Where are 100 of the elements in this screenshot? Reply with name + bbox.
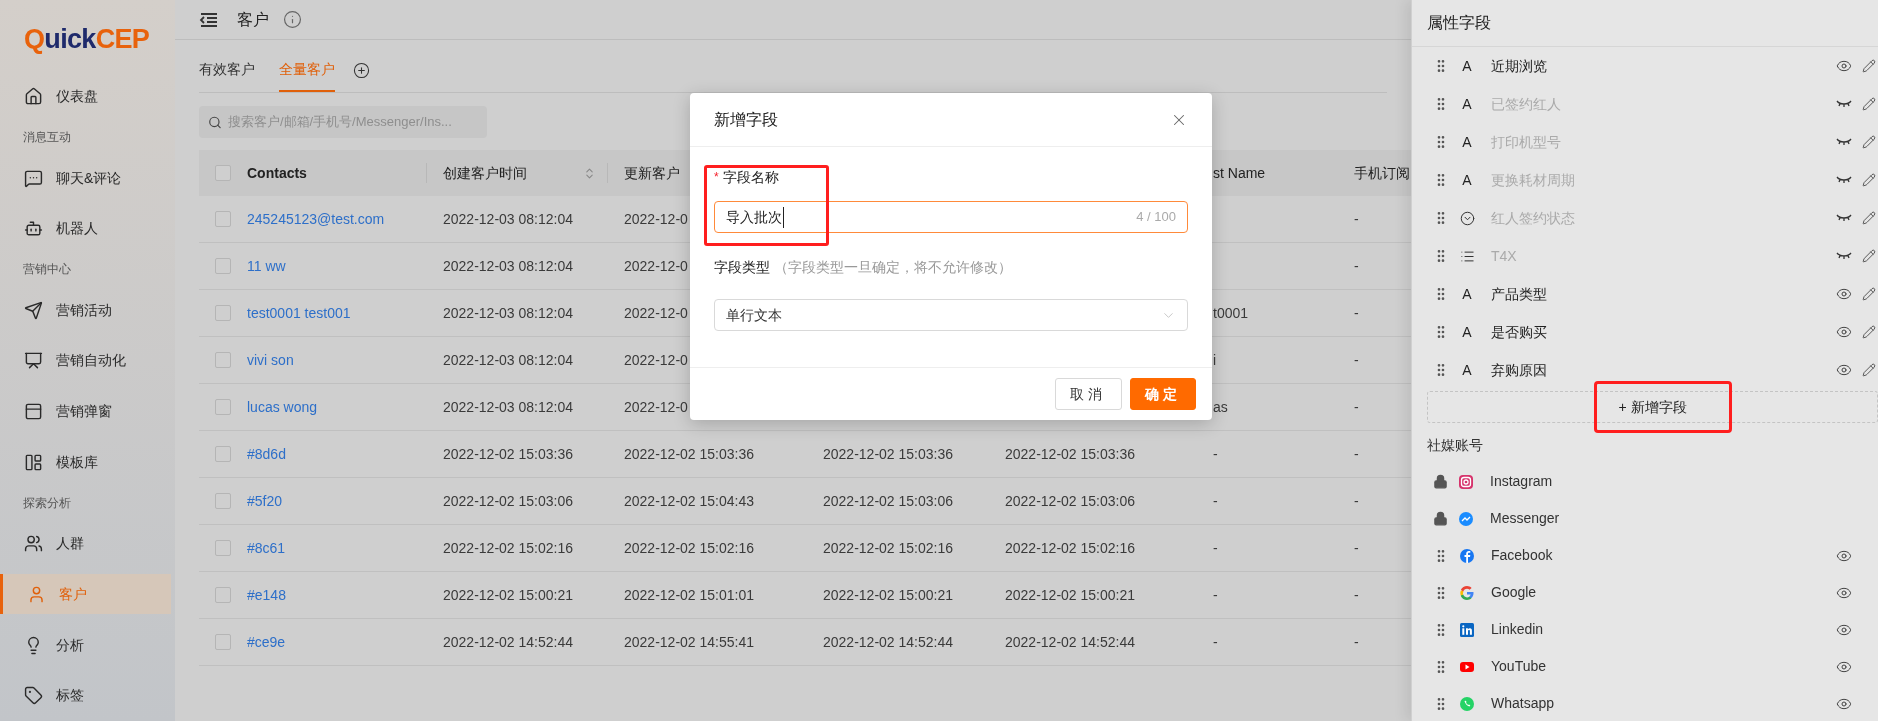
edit-icon[interactable]	[1862, 211, 1876, 225]
checkbox[interactable]	[215, 258, 231, 274]
section-label: 社媒账号	[1427, 435, 1483, 455]
nav-icon	[24, 86, 43, 106]
section-label: 消息互动	[23, 129, 71, 147]
eye-icon[interactable]	[1836, 362, 1852, 378]
eye-icon[interactable]	[1836, 324, 1852, 340]
menu-fold-icon[interactable]	[199, 11, 219, 28]
edit-icon[interactable]	[1862, 59, 1876, 73]
nav-item[interactable]: 聊天&评论	[0, 158, 171, 199]
table-cell-text: -	[1354, 585, 1359, 605]
column-header: st Name	[1213, 163, 1266, 183]
edit-icon[interactable]	[1862, 363, 1876, 377]
table-cell-text: -	[1354, 350, 1359, 370]
table-cell-text: 2022-12-03 08:12:04	[443, 303, 573, 323]
nav-item[interactable]: 模板库	[0, 442, 171, 483]
type-select[interactable]: 单行文本	[714, 299, 1188, 331]
edit-icon[interactable]	[1862, 97, 1876, 111]
table-cell-text: 2022-12-03 08:12:04	[443, 209, 573, 229]
checkbox[interactable]	[215, 305, 231, 321]
table-cell-text: 2022-12-0	[624, 350, 688, 370]
eye-icon[interactable]	[1836, 58, 1852, 74]
closed-eye-icon[interactable]	[1836, 175, 1852, 185]
table-cell-text: t0001	[1213, 303, 1249, 323]
table-cell-text: -	[1354, 538, 1359, 558]
field-name: 红人签约状态	[1491, 208, 1575, 228]
nav-item[interactable]: 仪表盘	[0, 76, 171, 117]
text-input[interactable]: 导入批次 4 / 100	[714, 201, 1188, 233]
add-tab-icon[interactable]	[353, 62, 370, 79]
table-cell-text: as	[1213, 397, 1228, 417]
checkbox[interactable]	[215, 352, 231, 368]
account-name: Whatsapp	[1491, 694, 1555, 713]
field-name: 弃购原因	[1491, 360, 1547, 380]
field-name: 更换耗材周期	[1491, 170, 1575, 190]
closed-eye-icon[interactable]	[1836, 99, 1852, 109]
closed-eye-icon[interactable]	[1836, 251, 1852, 261]
table-cell-text: 2022-12-03 08:12:04	[443, 350, 573, 370]
nav-item[interactable]: 标签	[0, 675, 171, 716]
char-counter: 4 / 100	[1136, 208, 1176, 227]
column-header: 更新客户	[624, 163, 680, 183]
edit-icon[interactable]	[1862, 135, 1876, 149]
nav-item[interactable]: 机器人	[0, 208, 171, 249]
g-logo-icon	[1459, 584, 1475, 601]
account-name: Instagram	[1490, 472, 1553, 491]
account-name: Messenger	[1490, 509, 1560, 528]
section-label: 营销中心	[23, 261, 71, 279]
nav-item[interactable]: 营销自动化	[0, 340, 171, 381]
list-type-icon	[1459, 248, 1475, 264]
checkbox[interactable]	[215, 399, 231, 415]
logo-text: CEP	[95, 26, 150, 53]
closed-eye-icon[interactable]	[1836, 137, 1852, 147]
edit-icon[interactable]	[1862, 173, 1876, 187]
table-cell-text: 2022-12-02 15:02:16	[823, 538, 953, 558]
nav-item[interactable]: 营销活动	[0, 290, 171, 331]
nav-item[interactable]: 分析	[0, 625, 171, 666]
checkbox[interactable]	[215, 165, 231, 181]
table-cell-text: i	[1213, 350, 1217, 370]
nav-icon	[24, 452, 43, 472]
in-logo-icon	[1459, 621, 1475, 638]
closed-eye-icon[interactable]	[1836, 213, 1852, 223]
checkbox[interactable]	[215, 493, 231, 509]
table-cell-text: 2022-12-02 15:00:21	[443, 585, 573, 605]
add-field-button[interactable]: + 新增字段	[1427, 391, 1878, 423]
checkbox[interactable]	[215, 634, 231, 650]
nav-item[interactable]: 营销弹窗	[0, 391, 171, 432]
table-cell-text: -	[1354, 256, 1359, 276]
table-cell-text: 2022-12-03 08:12:04	[443, 256, 573, 276]
text-type-icon: A	[1462, 131, 1472, 153]
nav-item[interactable]: 人群	[0, 523, 171, 564]
checkbox[interactable]	[215, 446, 231, 462]
table-cell-text: -	[1213, 538, 1218, 558]
tab[interactable]: 有效客户	[199, 52, 255, 92]
table-cell-text: 2022-12-02 14:52:44	[443, 632, 573, 652]
text-type-icon: A	[1462, 55, 1472, 77]
table-cell-text: 2022-12-03 08:12:04	[443, 397, 573, 417]
checkbox[interactable]	[215, 211, 231, 227]
account-name: Linkedin	[1491, 620, 1544, 639]
field-name: 近期浏览	[1491, 56, 1547, 76]
page-title: 客户	[237, 9, 269, 30]
nav-icon	[24, 402, 43, 422]
edit-icon[interactable]	[1862, 325, 1876, 339]
nav-icon	[24, 219, 43, 239]
nav-icon	[27, 584, 46, 604]
cancel-button[interactable]: 取消	[1055, 378, 1122, 410]
eye-icon[interactable]	[1836, 286, 1852, 302]
search-icon	[208, 114, 222, 130]
edit-icon[interactable]	[1862, 287, 1876, 301]
checkbox[interactable]	[215, 540, 231, 556]
input-value: 导入批次	[726, 206, 784, 228]
checkbox[interactable]	[215, 587, 231, 603]
table-cell-text: 2022-12-0	[624, 303, 688, 323]
table-cell-text: -	[1354, 444, 1359, 464]
info-icon[interactable]	[283, 10, 302, 29]
table-cell-text: 2022-12-02 15:03:06	[823, 491, 953, 511]
table-cell-text: 2022-12-02 14:52:44	[823, 632, 953, 652]
f-logo-icon	[1459, 547, 1475, 564]
edit-icon[interactable]	[1862, 249, 1876, 263]
field-label: 字段名称	[722, 167, 779, 187]
account-name: YouTube	[1491, 657, 1546, 676]
field-label: 字段类型	[714, 257, 770, 277]
